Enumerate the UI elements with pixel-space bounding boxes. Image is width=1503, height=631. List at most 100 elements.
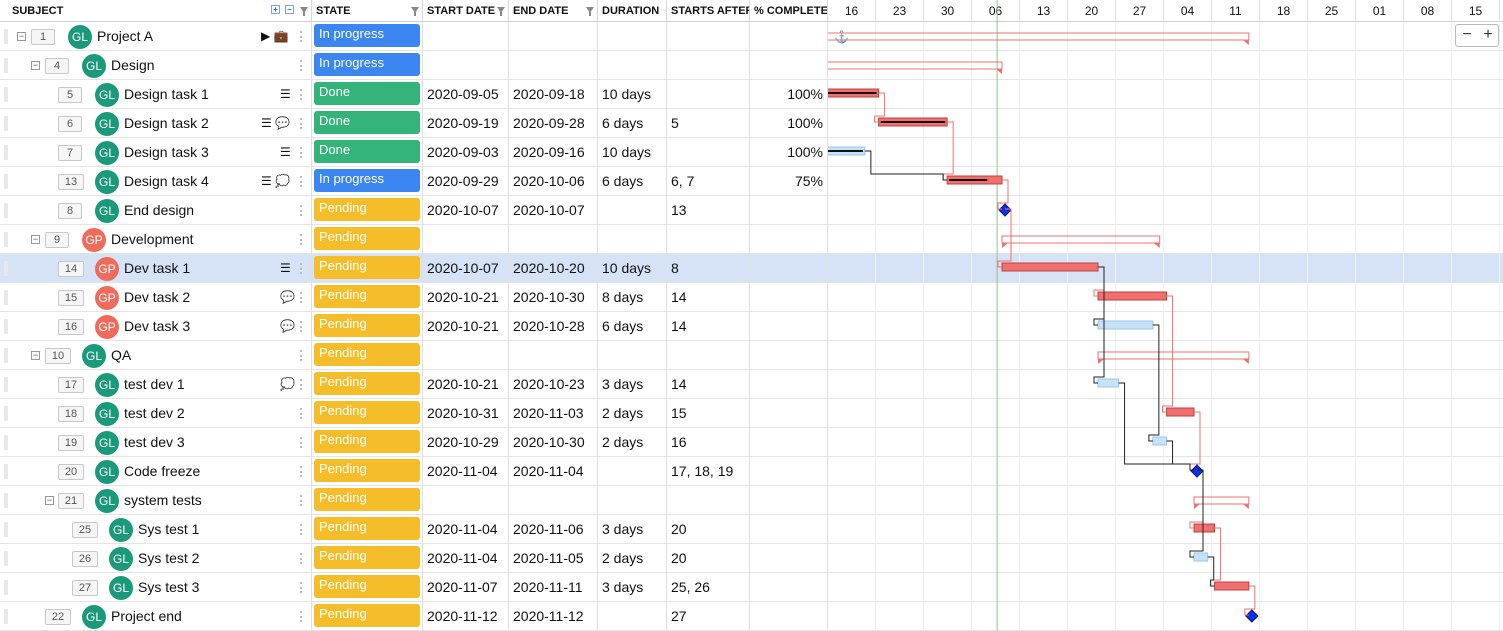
row-menu-icon[interactable]: [300, 147, 302, 158]
cell-start-date[interactable]: [423, 225, 509, 253]
cell-starts-after[interactable]: 14: [667, 370, 750, 398]
cell-starts-after[interactable]: 8: [667, 254, 750, 282]
drag-handle[interactable]: [4, 435, 8, 450]
cell-end-date[interactable]: 2020-10-30: [509, 428, 598, 456]
task-bar-progress[interactable]: [880, 121, 946, 123]
cell-start-date[interactable]: [423, 341, 509, 369]
drag-handle[interactable]: [4, 87, 8, 102]
cell-end-date[interactable]: 2020-10-23: [509, 370, 598, 398]
task-bar[interactable]: [1097, 320, 1154, 330]
cell-complete[interactable]: [750, 573, 828, 601]
task-name[interactable]: test dev 1: [124, 370, 185, 398]
cell-start-date[interactable]: 2020-11-04: [423, 515, 509, 543]
cell-start-date[interactable]: 2020-11-04: [423, 544, 509, 572]
row-menu-icon[interactable]: [300, 60, 302, 71]
collapse-toggle[interactable]: −: [45, 496, 54, 505]
cell-complete[interactable]: 100%: [750, 80, 828, 108]
collapse-toggle[interactable]: −: [31, 235, 40, 244]
task-name[interactable]: system tests: [124, 486, 202, 514]
cell-starts-after[interactable]: 27: [667, 602, 750, 630]
cell-complete[interactable]: [750, 370, 828, 398]
cell-start-date[interactable]: 2020-10-21: [423, 312, 509, 340]
zoom-out-button[interactable]: −: [1457, 25, 1477, 45]
status-badge[interactable]: Pending: [314, 488, 420, 511]
summary-bar[interactable]: [828, 61, 1003, 70]
cell-start-date[interactable]: 2020-10-07: [423, 254, 509, 282]
cell-starts-after[interactable]: 16: [667, 428, 750, 456]
drag-handle[interactable]: [4, 522, 8, 537]
cell-starts-after[interactable]: 13: [667, 196, 750, 224]
cell-end-date[interactable]: 2020-11-11: [509, 573, 598, 601]
status-badge[interactable]: Done: [314, 82, 420, 105]
cell-starts-after[interactable]: 15: [667, 399, 750, 427]
cell-subject[interactable]: −1 GL Project A ▶ 💼: [0, 22, 312, 50]
status-badge[interactable]: Pending: [314, 227, 420, 250]
cell-end-date[interactable]: 2020-11-12: [509, 602, 598, 630]
task-name[interactable]: test dev 3: [124, 428, 185, 456]
cell-end-date[interactable]: 2020-10-20: [509, 254, 598, 282]
cell-start-date[interactable]: 2020-09-03: [423, 138, 509, 166]
task-bar-progress[interactable]: [828, 92, 877, 94]
cell-duration[interactable]: 6 days: [598, 167, 667, 195]
drag-handle[interactable]: [4, 174, 8, 189]
cell-subject[interactable]: 14 GP Dev task 1 ☰: [0, 254, 312, 282]
cell-end-date[interactable]: 2020-09-16: [509, 138, 598, 166]
task-name[interactable]: Design task 2: [124, 109, 209, 137]
cell-start-date[interactable]: 2020-10-21: [423, 283, 509, 311]
row-menu-icon[interactable]: [300, 89, 302, 100]
drag-handle[interactable]: [4, 464, 8, 479]
task-bar[interactable]: [1097, 378, 1120, 388]
task-bar[interactable]: [1001, 262, 1099, 272]
task-name[interactable]: Dev task 1: [124, 254, 190, 282]
cell-end-date[interactable]: 2020-11-04: [509, 457, 598, 485]
row-menu-icon[interactable]: [300, 292, 302, 303]
drag-handle[interactable]: [4, 58, 8, 73]
task-bar-progress[interactable]: [949, 179, 988, 181]
cell-starts-after[interactable]: 17, 18, 19: [667, 457, 750, 485]
cell-complete[interactable]: [750, 399, 828, 427]
task-name[interactable]: Design task 1: [124, 80, 209, 108]
task-icons[interactable]: ☰: [280, 88, 291, 101]
cell-duration[interactable]: [598, 457, 667, 485]
cell-end-date[interactable]: 2020-11-05: [509, 544, 598, 572]
task-name[interactable]: Design: [111, 51, 155, 79]
row-menu-icon[interactable]: [300, 234, 302, 245]
task-name[interactable]: Code freeze: [124, 457, 200, 485]
cell-complete[interactable]: [750, 457, 828, 485]
cell-duration[interactable]: 10 days: [598, 254, 667, 282]
summary-bar[interactable]: [1193, 496, 1250, 505]
cell-subject[interactable]: 15 GP Dev task 2 💬: [0, 283, 312, 311]
summary-bar[interactable]: [1001, 235, 1161, 244]
cell-duration[interactable]: 3 days: [598, 573, 667, 601]
zoom-in-button[interactable]: +: [1478, 25, 1498, 45]
cell-duration[interactable]: [598, 225, 667, 253]
cell-starts-after[interactable]: 5: [667, 109, 750, 137]
task-icons[interactable]: 💬: [280, 320, 295, 333]
row-menu-icon[interactable]: [300, 495, 302, 506]
task-bar[interactable]: [1166, 407, 1195, 417]
task-name[interactable]: Dev task 3: [124, 312, 190, 340]
task-name[interactable]: End design: [124, 196, 194, 224]
status-badge[interactable]: Pending: [314, 430, 420, 453]
cell-complete[interactable]: [750, 341, 828, 369]
cell-start-date[interactable]: 2020-10-31: [423, 399, 509, 427]
cell-complete[interactable]: [750, 486, 828, 514]
cell-subject[interactable]: 6 GL Design task 2 ☰ 💬: [0, 109, 312, 137]
cell-subject[interactable]: 25 GL Sys test 1: [0, 515, 312, 543]
cell-subject[interactable]: −4 GL Design: [0, 51, 312, 79]
cell-start-date[interactable]: 2020-09-29: [423, 167, 509, 195]
row-menu-icon[interactable]: [300, 205, 302, 216]
cell-duration[interactable]: 2 days: [598, 428, 667, 456]
drag-handle[interactable]: [4, 493, 8, 508]
drag-handle[interactable]: [4, 29, 8, 44]
cell-start-date[interactable]: 2020-10-21: [423, 370, 509, 398]
drag-handle[interactable]: [4, 203, 8, 218]
drag-handle[interactable]: [4, 145, 8, 160]
cell-duration[interactable]: [598, 602, 667, 630]
task-icons[interactable]: ☰: [280, 146, 291, 159]
row-menu-icon[interactable]: [300, 524, 302, 535]
cell-starts-after[interactable]: 20: [667, 515, 750, 543]
task-bar[interactable]: [1152, 436, 1168, 446]
status-badge[interactable]: In progress: [314, 169, 420, 192]
cell-start-date[interactable]: 2020-11-04: [423, 457, 509, 485]
